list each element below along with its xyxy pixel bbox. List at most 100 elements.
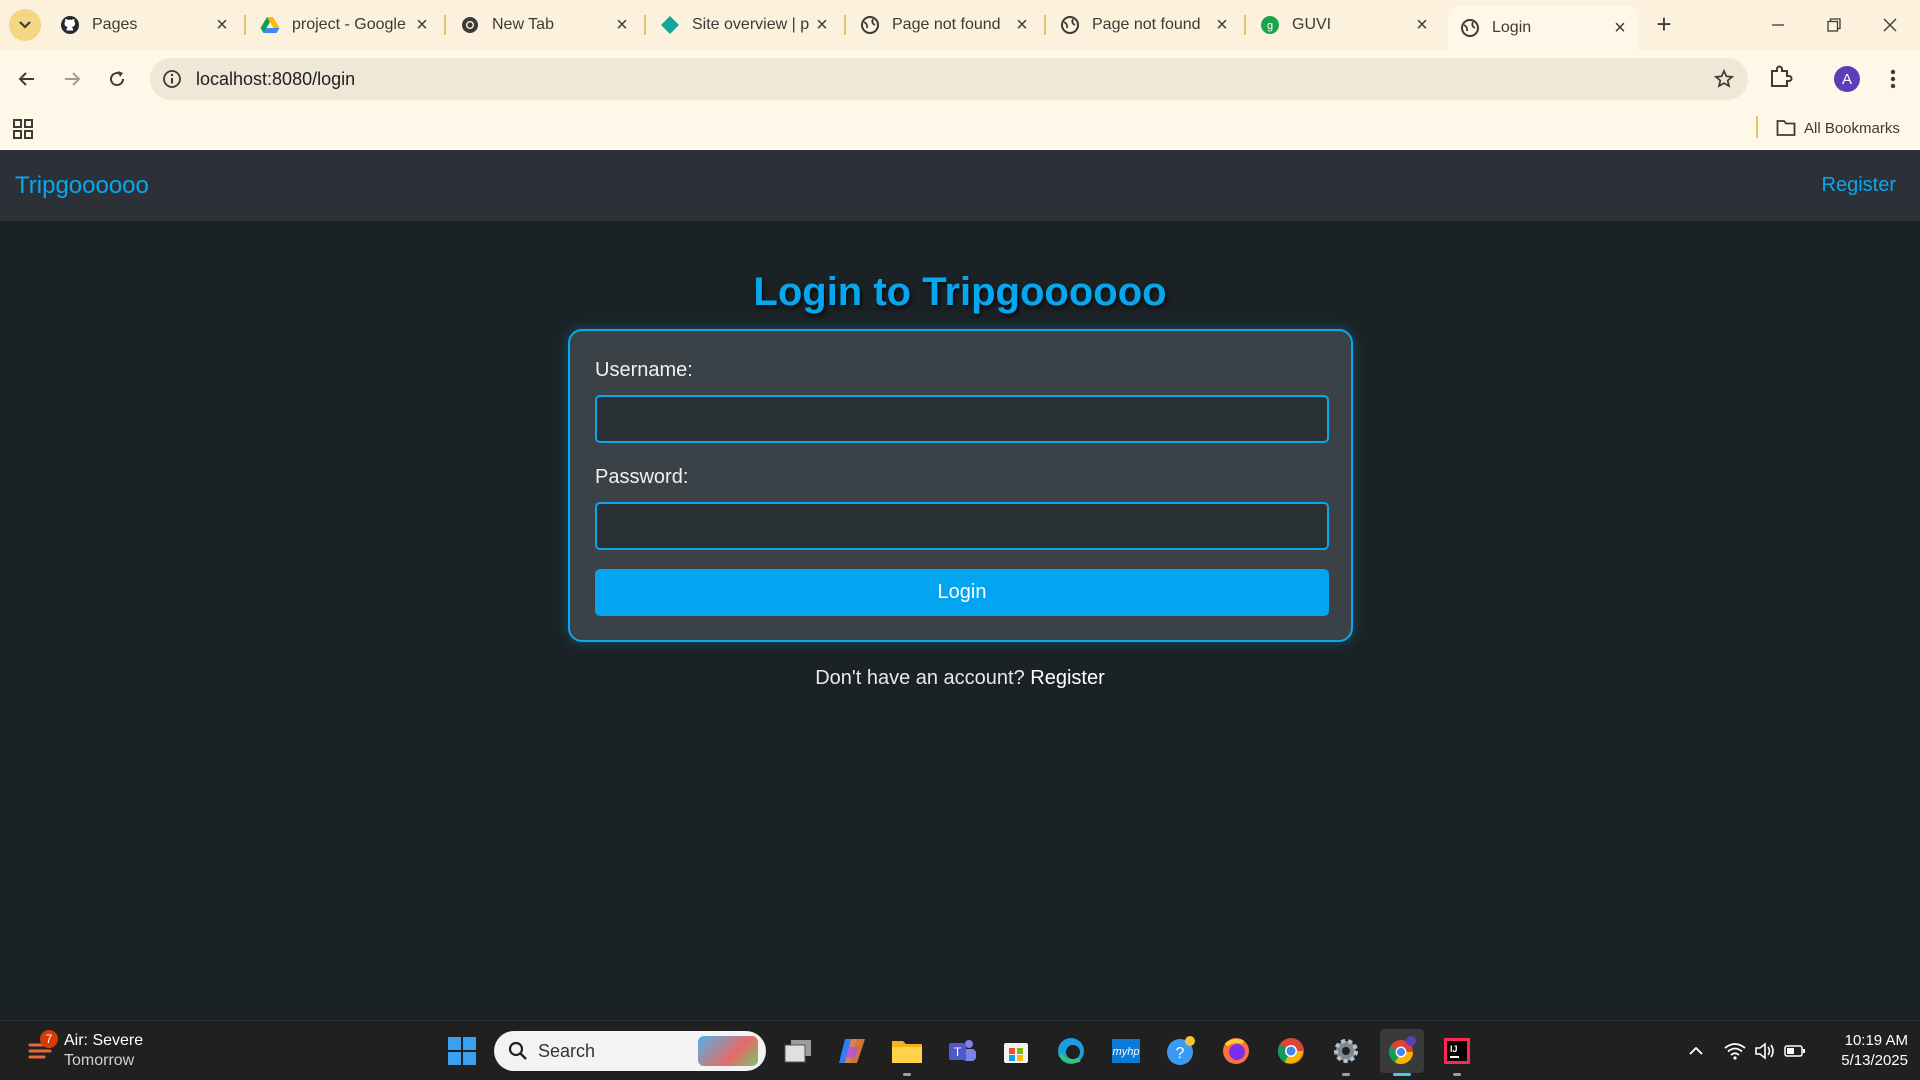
edge-button[interactable] bbox=[1049, 1029, 1093, 1073]
myhp-button[interactable]: myhp bbox=[1104, 1029, 1148, 1073]
firefox-button[interactable] bbox=[1214, 1029, 1258, 1073]
username-field[interactable] bbox=[595, 395, 1329, 443]
close-icon[interactable]: × bbox=[1210, 13, 1234, 37]
system-clock[interactable]: 10:19 AM 5/13/2025 bbox=[1818, 1031, 1908, 1071]
globe-icon bbox=[1060, 15, 1080, 35]
copilot-button[interactable] bbox=[830, 1029, 874, 1073]
netlify-icon bbox=[660, 15, 680, 35]
profile-avatar[interactable]: A bbox=[1834, 66, 1860, 92]
minimize-icon bbox=[1772, 24, 1784, 26]
tab-page-not-found[interactable]: Page not found × bbox=[1048, 6, 1240, 44]
show-hidden-icons-button[interactable] bbox=[1684, 1039, 1708, 1063]
login-button[interactable]: Login bbox=[595, 569, 1329, 616]
tab-project-google[interactable]: project - Google × bbox=[248, 6, 440, 44]
chrome-button[interactable] bbox=[1269, 1029, 1313, 1073]
task-view-button[interactable] bbox=[776, 1029, 820, 1073]
search-icon bbox=[508, 1041, 527, 1060]
tab-new-tab[interactable]: New Tab × bbox=[448, 6, 640, 44]
extensions-button[interactable] bbox=[1766, 61, 1796, 91]
intellij-button[interactable]: IJ bbox=[1435, 1029, 1479, 1073]
weather-widget[interactable]: 7 Air: Severe Tomorrow bbox=[22, 1030, 182, 1073]
restore-button[interactable] bbox=[1806, 0, 1862, 50]
microsoft-store-button[interactable] bbox=[994, 1029, 1038, 1073]
globe-icon bbox=[860, 15, 880, 35]
tab-title: New Tab bbox=[492, 16, 554, 33]
address-bar[interactable]: localhost:8080/login bbox=[150, 58, 1748, 100]
close-icon[interactable]: × bbox=[1608, 16, 1632, 40]
help-button[interactable]: ? bbox=[1159, 1029, 1203, 1073]
running-indicator bbox=[903, 1073, 911, 1076]
login-title: Login to Tripgoooooo bbox=[753, 270, 1167, 314]
tab-separator bbox=[244, 15, 246, 35]
bookmarks-bar: All Bookmarks bbox=[0, 108, 1920, 150]
tab-separator bbox=[1244, 15, 1246, 35]
teams-icon: T bbox=[949, 1040, 976, 1061]
close-icon[interactable]: × bbox=[610, 13, 634, 37]
close-icon[interactable]: × bbox=[210, 13, 234, 37]
tab-separator bbox=[444, 15, 446, 35]
password-label: Password: bbox=[595, 466, 689, 488]
svg-text:myhp: myhp bbox=[1113, 1046, 1140, 1058]
all-bookmarks-button[interactable]: All Bookmarks bbox=[1776, 115, 1900, 141]
brand-link[interactable]: Tripgoooooo bbox=[15, 172, 149, 200]
close-icon[interactable]: × bbox=[810, 13, 834, 37]
arrow-left-icon bbox=[18, 72, 34, 86]
close-icon[interactable]: × bbox=[410, 13, 434, 37]
tab-title: Page not found bbox=[1092, 16, 1201, 33]
tab-search-button[interactable] bbox=[9, 9, 41, 41]
close-icon[interactable]: × bbox=[1410, 13, 1434, 37]
settings-button[interactable] bbox=[1324, 1029, 1368, 1073]
task-view-icon bbox=[784, 1040, 811, 1063]
battery-icon bbox=[1784, 1045, 1805, 1057]
teams-button[interactable]: T bbox=[940, 1029, 984, 1073]
tab-pages[interactable]: Pages × bbox=[48, 6, 240, 44]
wifi-button[interactable] bbox=[1723, 1039, 1747, 1063]
password-field[interactable] bbox=[595, 502, 1329, 550]
tab-page-not-found[interactable]: Page not found × bbox=[848, 6, 1040, 44]
browser-menu-button[interactable] bbox=[1880, 64, 1906, 94]
minimize-button[interactable] bbox=[1750, 0, 1806, 50]
nav-register-link[interactable]: Register bbox=[1822, 174, 1896, 197]
site-info-icon[interactable] bbox=[160, 67, 184, 91]
hp-icon: myhp bbox=[1112, 1039, 1140, 1063]
svg-text:T: T bbox=[954, 1045, 962, 1059]
speaker-icon bbox=[1755, 1042, 1774, 1060]
tab-site-overview[interactable]: Site overview | pi × bbox=[648, 6, 840, 44]
folder-icon bbox=[1776, 120, 1796, 136]
tab-separator bbox=[1044, 15, 1046, 35]
start-button[interactable] bbox=[440, 1029, 484, 1073]
tab-separator bbox=[844, 15, 846, 35]
svg-text:IJ: IJ bbox=[1450, 1044, 1458, 1054]
browser-toolbar: localhost:8080/login bbox=[0, 50, 1920, 108]
file-explorer-button[interactable] bbox=[885, 1029, 929, 1073]
close-window-button[interactable] bbox=[1862, 0, 1918, 50]
reload-button[interactable] bbox=[99, 61, 135, 97]
chrome-icon bbox=[1388, 1036, 1416, 1065]
globe-icon bbox=[460, 15, 480, 35]
tab-title: Page not found bbox=[892, 16, 1001, 33]
back-button[interactable] bbox=[9, 61, 45, 97]
forward-button[interactable] bbox=[54, 61, 90, 97]
globe-icon bbox=[1460, 18, 1480, 38]
register-link[interactable]: Register bbox=[1030, 667, 1104, 689]
google-drive-icon bbox=[260, 15, 280, 35]
reload-icon bbox=[110, 71, 125, 87]
restore-icon bbox=[1827, 18, 1841, 32]
gear-icon bbox=[1334, 1039, 1358, 1063]
new-tab-button[interactable]: + bbox=[1650, 9, 1678, 39]
taskbar-search[interactable]: Search bbox=[494, 1031, 766, 1071]
search-highlight-image bbox=[698, 1036, 758, 1066]
apps-grid-icon[interactable] bbox=[12, 118, 34, 140]
more-vertical-icon bbox=[1890, 69, 1896, 89]
bookmark-star-icon[interactable] bbox=[1712, 67, 1736, 91]
tab-title: Login bbox=[1492, 19, 1532, 36]
url-text[interactable]: localhost:8080/login bbox=[196, 69, 355, 90]
weather-subtitle: Tomorrow bbox=[64, 1052, 135, 1069]
tab-login[interactable]: Login × bbox=[1448, 6, 1638, 50]
battery-button[interactable] bbox=[1783, 1039, 1807, 1063]
close-icon[interactable]: × bbox=[1010, 13, 1034, 37]
active-app-indicator bbox=[1393, 1073, 1411, 1076]
chrome-profile-button[interactable] bbox=[1380, 1029, 1424, 1073]
tab-guvi[interactable]: g GUVI × bbox=[1248, 6, 1440, 44]
volume-button[interactable] bbox=[1753, 1039, 1777, 1063]
